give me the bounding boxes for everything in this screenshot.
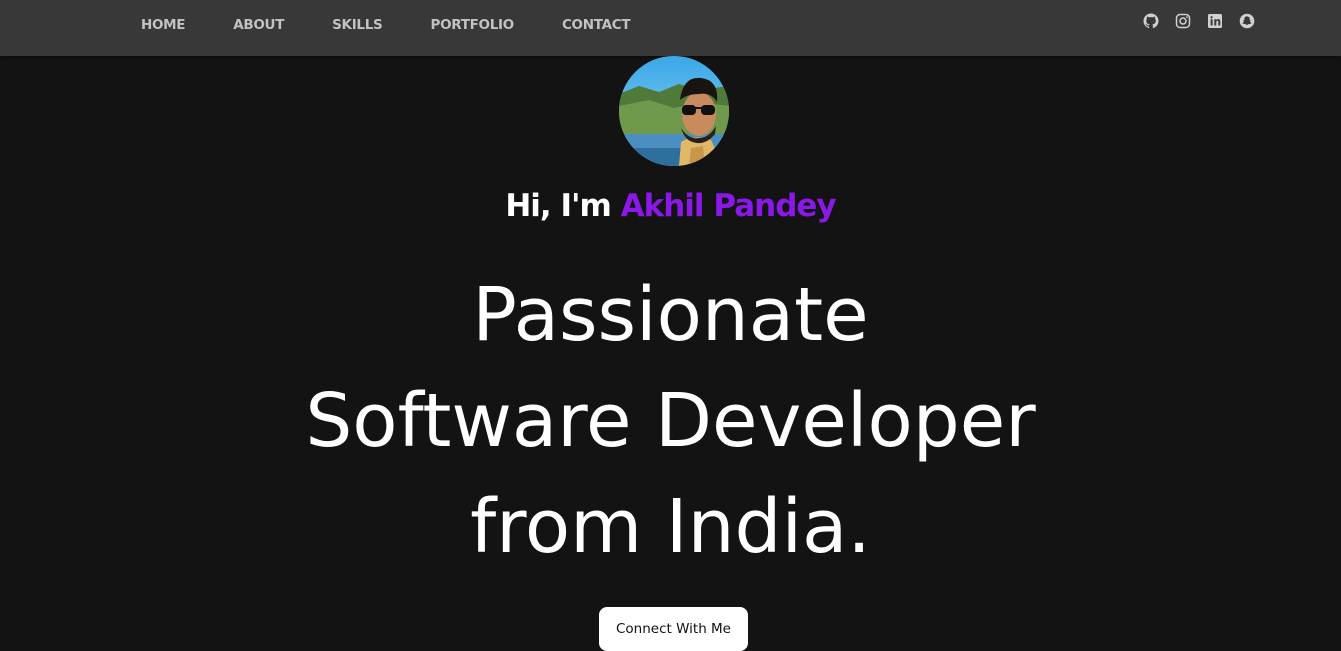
- social-links: [1143, 13, 1255, 29]
- greeting-name: Akhil Pandey: [620, 188, 837, 224]
- linkedin-icon[interactable]: [1207, 13, 1223, 29]
- nav-links: HOME ABOUT SKILLS PORTFOLIO CONTACT: [141, 0, 678, 50]
- greeting-prefix: Hi, I'm: [505, 188, 621, 224]
- headline-line: from India.: [470, 484, 871, 570]
- headline-line: Software Developer: [305, 378, 1036, 464]
- instagram-icon[interactable]: [1175, 13, 1191, 29]
- headline-line: Passionate: [472, 272, 869, 358]
- greeting-heading: Hi, I'm Akhil Pandey: [0, 184, 1341, 228]
- navbar: HOME ABOUT SKILLS PORTFOLIO CONTACT: [0, 0, 1341, 56]
- hero-headline: Passionate Software Developer from India…: [0, 262, 1341, 580]
- connect-button[interactable]: Connect With Me: [599, 607, 748, 651]
- nav-link-portfolio[interactable]: PORTFOLIO: [430, 17, 514, 33]
- nav-link-contact[interactable]: CONTACT: [562, 17, 631, 33]
- github-icon[interactable]: [1143, 13, 1159, 29]
- nav-link-about[interactable]: ABOUT: [233, 17, 284, 33]
- nav-link-skills[interactable]: SKILLS: [332, 17, 383, 33]
- profile-avatar: [619, 56, 729, 166]
- nav-link-home[interactable]: HOME: [141, 17, 186, 33]
- snapchat-icon[interactable]: [1239, 13, 1255, 29]
